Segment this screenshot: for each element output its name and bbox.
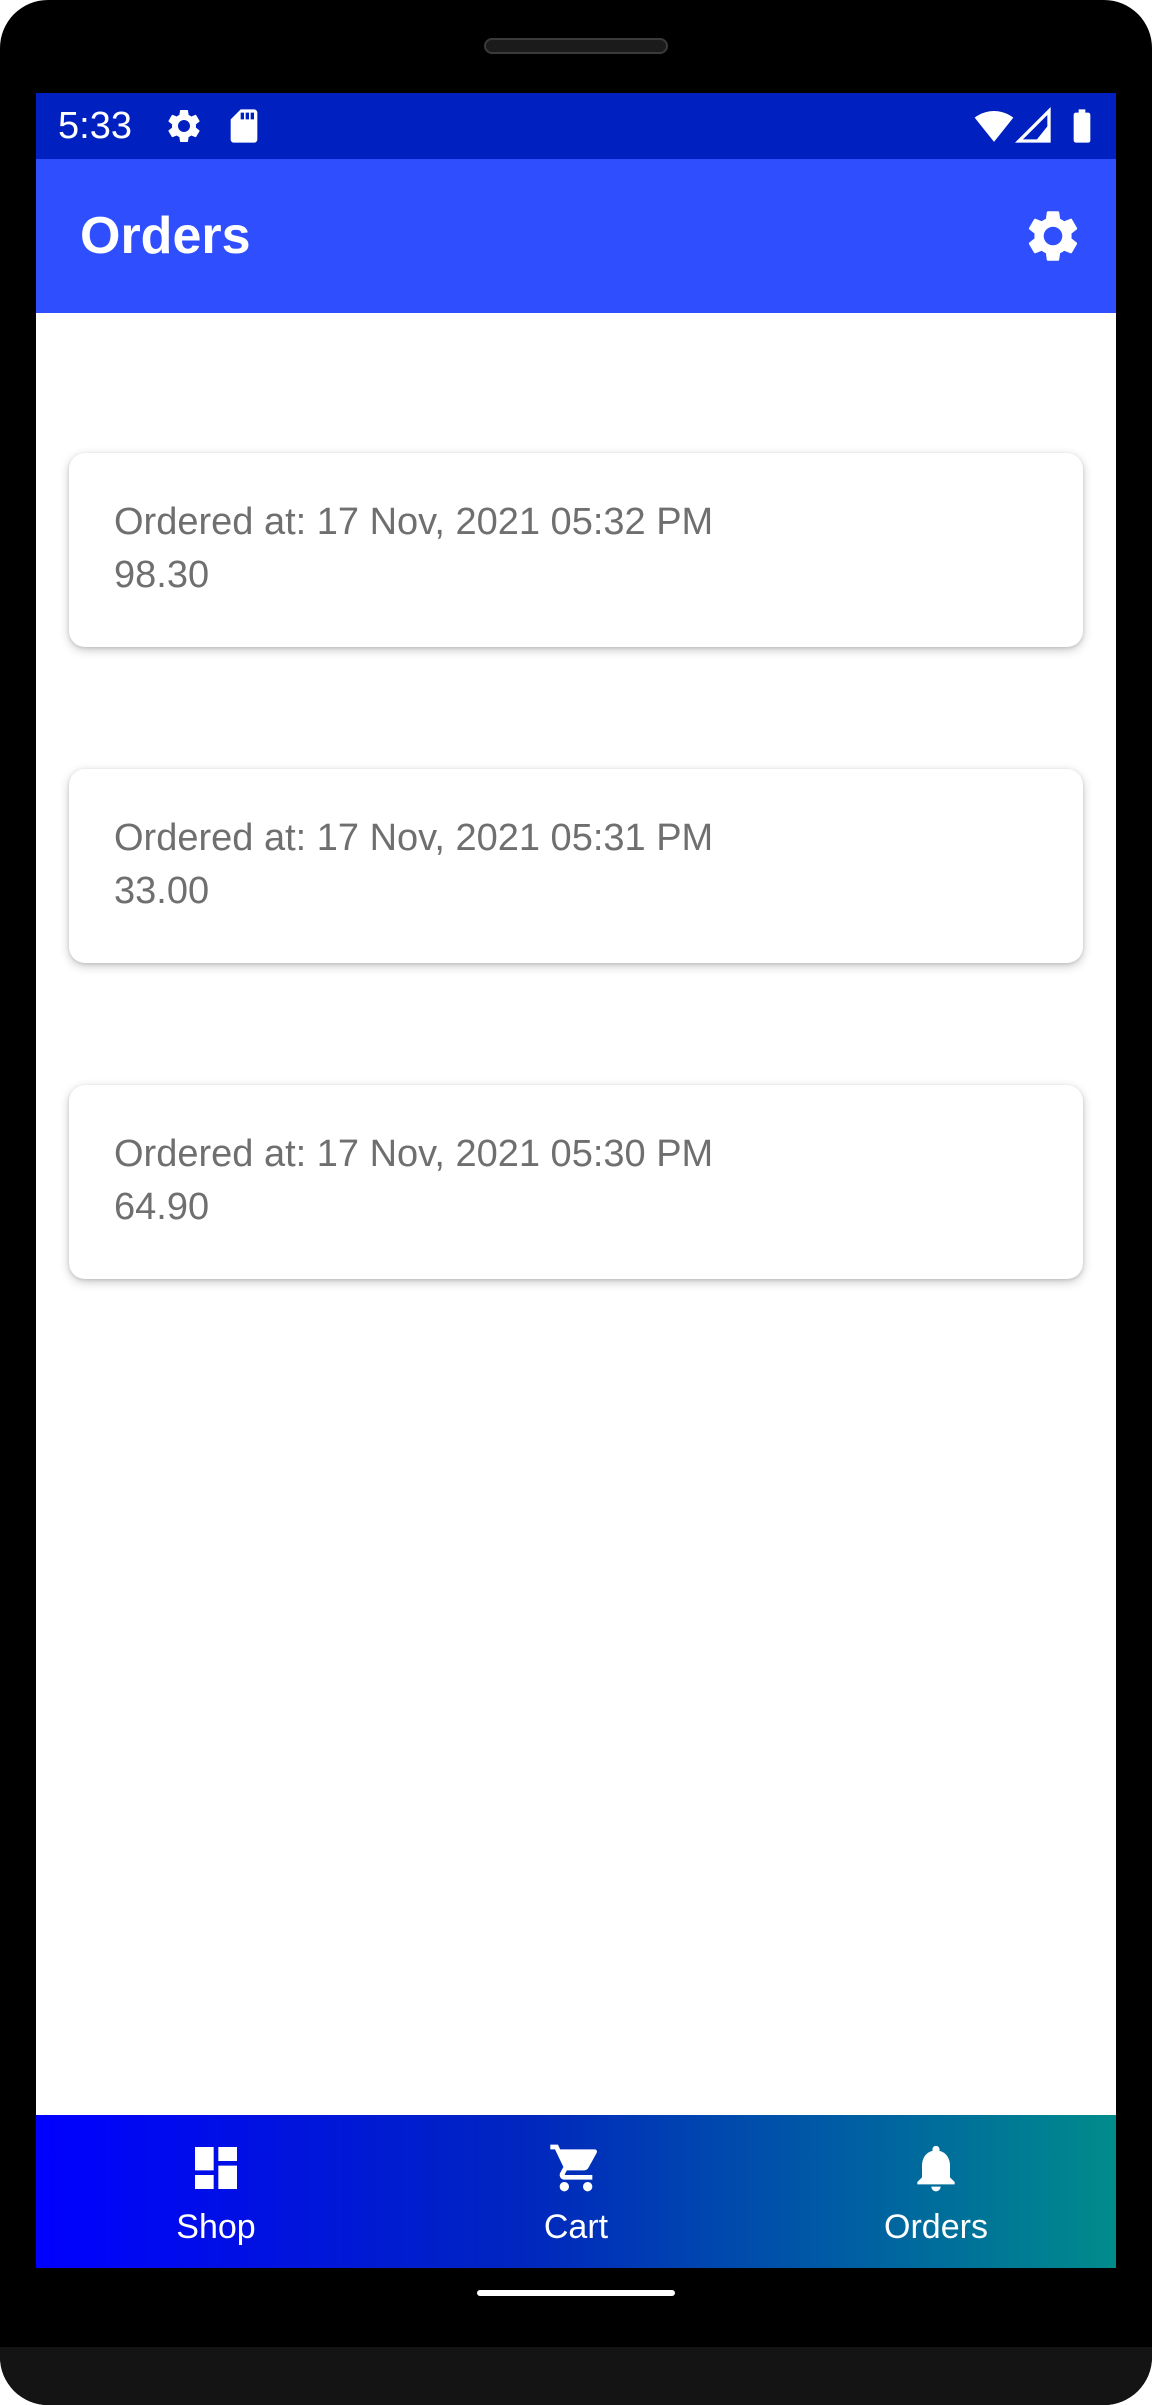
order-card[interactable]: Ordered at: 17 Nov, 2021 05:32 PM 98.30	[69, 453, 1083, 647]
nav-item-shop[interactable]: Shop	[36, 2115, 396, 2268]
nav-label-cart: Cart	[543, 2208, 609, 2246]
phone-chin	[0, 2347, 1152, 2405]
nav-item-orders[interactable]: Orders	[756, 2115, 1116, 2268]
bottom-navigation: Shop Cart Orders	[36, 2115, 1116, 2268]
dashboard-icon	[188, 2140, 244, 2196]
app-bar: Orders	[36, 159, 1116, 313]
gear-icon	[1028, 211, 1078, 261]
battery-icon	[1062, 106, 1102, 146]
order-date: Ordered at: 17 Nov, 2021 05:30 PM	[114, 1133, 714, 1175]
signal-icon	[1014, 106, 1054, 146]
earpiece-speaker	[484, 38, 668, 54]
order-card[interactable]: Ordered at: 17 Nov, 2021 05:31 PM 33.00	[69, 769, 1083, 963]
nav-item-cart[interactable]: Cart	[396, 2115, 756, 2268]
bell-icon	[908, 2140, 964, 2196]
page-title: Orders	[80, 207, 251, 265]
settings-button[interactable]	[1022, 205, 1084, 267]
gear-icon	[164, 106, 204, 146]
nav-label-shop: Shop	[176, 2208, 256, 2246]
status-bar: 5:33	[36, 93, 1116, 159]
sd-card-icon	[224, 106, 264, 146]
order-total: 33.00	[114, 870, 210, 912]
wifi-icon	[974, 106, 1014, 146]
phone-frame: 5:33 Orders Ordered at: 17 Nov, 2021 05:…	[0, 0, 1152, 2405]
order-total: 98.30	[114, 554, 210, 596]
cart-icon	[548, 2140, 604, 2196]
home-indicator[interactable]	[477, 2290, 675, 2296]
order-total: 64.90	[114, 1186, 210, 1228]
order-date: Ordered at: 17 Nov, 2021 05:32 PM	[114, 501, 714, 543]
order-date: Ordered at: 17 Nov, 2021 05:31 PM	[114, 817, 714, 859]
nav-label-orders: Orders	[884, 2208, 988, 2246]
app-screen: 5:33 Orders Ordered at: 17 Nov, 2021 05:…	[36, 93, 1116, 2268]
order-card[interactable]: Ordered at: 17 Nov, 2021 05:30 PM 64.90	[69, 1085, 1083, 1279]
status-time: 5:33	[58, 105, 132, 147]
